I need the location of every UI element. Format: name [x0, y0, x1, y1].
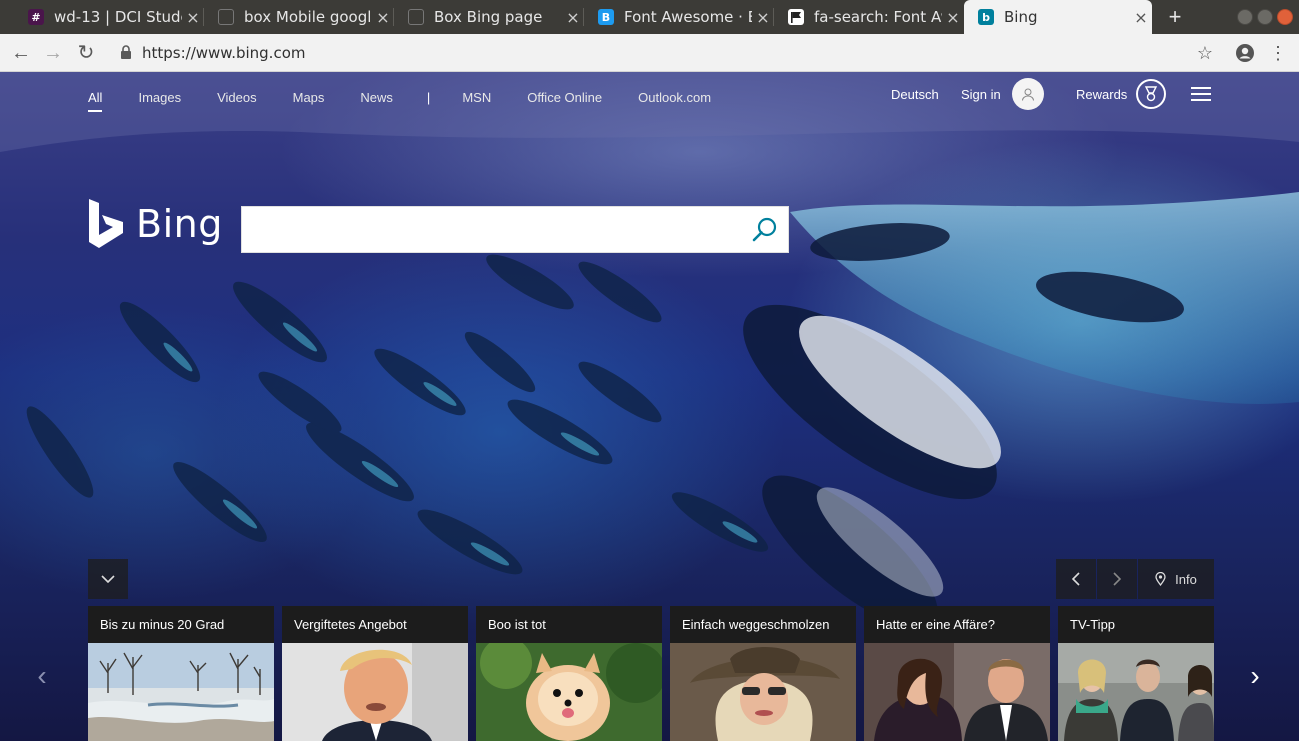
news-card-title: TV-Tipp	[1070, 617, 1116, 632]
flag-icon	[788, 9, 804, 25]
search-icon[interactable]	[752, 217, 778, 243]
bootstrap-icon: B	[598, 9, 614, 25]
winter-landscape-image	[88, 643, 274, 741]
minimize-button[interactable]	[1237, 9, 1253, 25]
chevron-down-icon	[101, 575, 115, 583]
tab-title: Box Bing page	[434, 8, 543, 26]
news-card[interactable]: Einfach weggeschmolzen	[670, 606, 856, 741]
nav-outlook[interactable]: Outlook.com	[638, 90, 711, 105]
lock-icon[interactable]	[120, 45, 132, 59]
tab-title: fa-search: Font Aw	[814, 8, 942, 26]
tab-bing[interactable]: b Bing ×	[964, 0, 1152, 34]
tab-close-icon[interactable]: ×	[942, 8, 964, 27]
bing-logo[interactable]: Bing	[88, 199, 223, 249]
rewards-button[interactable]: Rewards	[1076, 79, 1167, 109]
top-navigation: All Images Videos Maps News | MSN Office…	[88, 87, 747, 112]
search-box	[241, 206, 789, 253]
news-card[interactable]: Boo ist tot	[476, 606, 662, 741]
tab-close-icon[interactable]: ×	[372, 8, 394, 27]
browser-menu-icon[interactable]: ⋮	[1267, 42, 1289, 64]
browser-tab-bar: # wd-13 | DCI Studen × box Mobile google…	[0, 0, 1299, 34]
news-card-title: Boo ist tot	[488, 617, 546, 632]
collapse-feed-button[interactable]	[88, 559, 128, 599]
address-bar: ← → ↻ https://www.bing.com ☆ ⋮	[0, 34, 1299, 72]
tab-dci-student[interactable]: # wd-13 | DCI Studen ×	[14, 0, 204, 34]
hamburger-menu-icon[interactable]	[1191, 87, 1211, 102]
news-carousel: Bis zu minus 20 Grad Vergiftetes Angebot…	[88, 606, 1214, 741]
rewards-medal-icon	[1136, 79, 1167, 109]
news-card[interactable]: TV-Tipp	[1058, 606, 1214, 741]
tab-close-icon[interactable]: ×	[182, 8, 204, 27]
slack-icon: #	[28, 9, 44, 25]
pomeranian-dog-image	[476, 643, 662, 741]
news-card[interactable]: Hatte er eine Affäre?	[864, 606, 1050, 741]
tv-series-cast-image	[1058, 643, 1214, 741]
image-next-button[interactable]	[1097, 559, 1137, 599]
tab-title: Bing	[1004, 8, 1038, 26]
tab-fa-search[interactable]: fa-search: Font Aw ×	[774, 0, 964, 34]
info-label: Info	[1175, 571, 1197, 587]
location-pin-icon	[1155, 572, 1166, 586]
tab-title: box Mobile google	[244, 8, 372, 26]
chevron-right-icon	[1113, 572, 1121, 586]
carousel-prev-arrow[interactable]: ‹	[30, 660, 54, 700]
search-input[interactable]	[242, 207, 742, 252]
tab-close-icon[interactable]: ×	[752, 8, 774, 27]
tab-font-awesome[interactable]: B Font Awesome · B ×	[584, 0, 774, 34]
news-card-title: Bis zu minus 20 Grad	[100, 617, 225, 632]
rewards-label: Rewards	[1076, 86, 1128, 102]
woman-with-hat-image	[670, 643, 856, 741]
sign-in-button[interactable]: Sign in	[961, 78, 1044, 110]
close-window-button[interactable]	[1277, 9, 1293, 25]
maximize-button[interactable]	[1257, 9, 1273, 25]
nav-separator: |	[426, 89, 431, 105]
bing-logo-word: Bing	[136, 202, 223, 246]
news-card[interactable]: Vergiftetes Angebot	[282, 606, 468, 741]
bing-homepage: All Images Videos Maps News | MSN Office…	[0, 72, 1299, 741]
news-card[interactable]: Bis zu minus 20 Grad	[88, 606, 274, 741]
image-info-button[interactable]: Info	[1138, 559, 1214, 599]
tab-box-bing-page[interactable]: Box Bing page ×	[394, 0, 584, 34]
chevron-left-icon	[1072, 572, 1080, 586]
royal-couple-image	[864, 643, 1050, 741]
reload-button[interactable]: ↻	[73, 40, 99, 66]
nav-office-online[interactable]: Office Online	[527, 90, 602, 105]
tab-box-mobile-google[interactable]: box Mobile google ×	[204, 0, 394, 34]
nav-news[interactable]: News	[360, 90, 393, 105]
news-card-title: Hatte er eine Affäre?	[876, 617, 996, 632]
nav-videos[interactable]: Videos	[217, 90, 257, 105]
nav-all[interactable]: All	[88, 90, 103, 112]
news-card-title: Vergiftetes Angebot	[294, 617, 407, 632]
bookmark-star-icon[interactable]: ☆	[1194, 42, 1216, 64]
tab-close-icon[interactable]: ×	[1130, 8, 1152, 27]
back-button[interactable]: ←	[8, 40, 34, 66]
bing-b-icon	[89, 199, 123, 248]
bing-icon: b	[978, 9, 994, 25]
nav-maps[interactable]: Maps	[293, 90, 325, 105]
new-tab-button[interactable]: +	[1163, 4, 1187, 30]
nav-images[interactable]: Images	[138, 90, 181, 105]
doc-icon	[408, 9, 424, 25]
politician-portrait-image	[282, 643, 468, 741]
image-prev-button[interactable]	[1056, 559, 1096, 599]
doc-icon	[218, 9, 234, 25]
news-card-title: Einfach weggeschmolzen	[682, 617, 830, 632]
forward-button[interactable]: →	[40, 40, 66, 66]
profile-icon[interactable]	[1235, 43, 1255, 63]
tab-title: wd-13 | DCI Studen	[54, 8, 182, 26]
sign-in-label: Sign in	[961, 86, 1001, 102]
tab-close-icon[interactable]: ×	[562, 8, 584, 27]
carousel-next-arrow[interactable]: ›	[1243, 660, 1267, 700]
language-link[interactable]: Deutsch	[891, 85, 939, 103]
nav-msn[interactable]: MSN	[462, 90, 491, 105]
url-field[interactable]: https://www.bing.com	[142, 44, 305, 62]
tab-title: Font Awesome · B	[624, 8, 752, 26]
user-avatar-icon	[1011, 78, 1044, 110]
